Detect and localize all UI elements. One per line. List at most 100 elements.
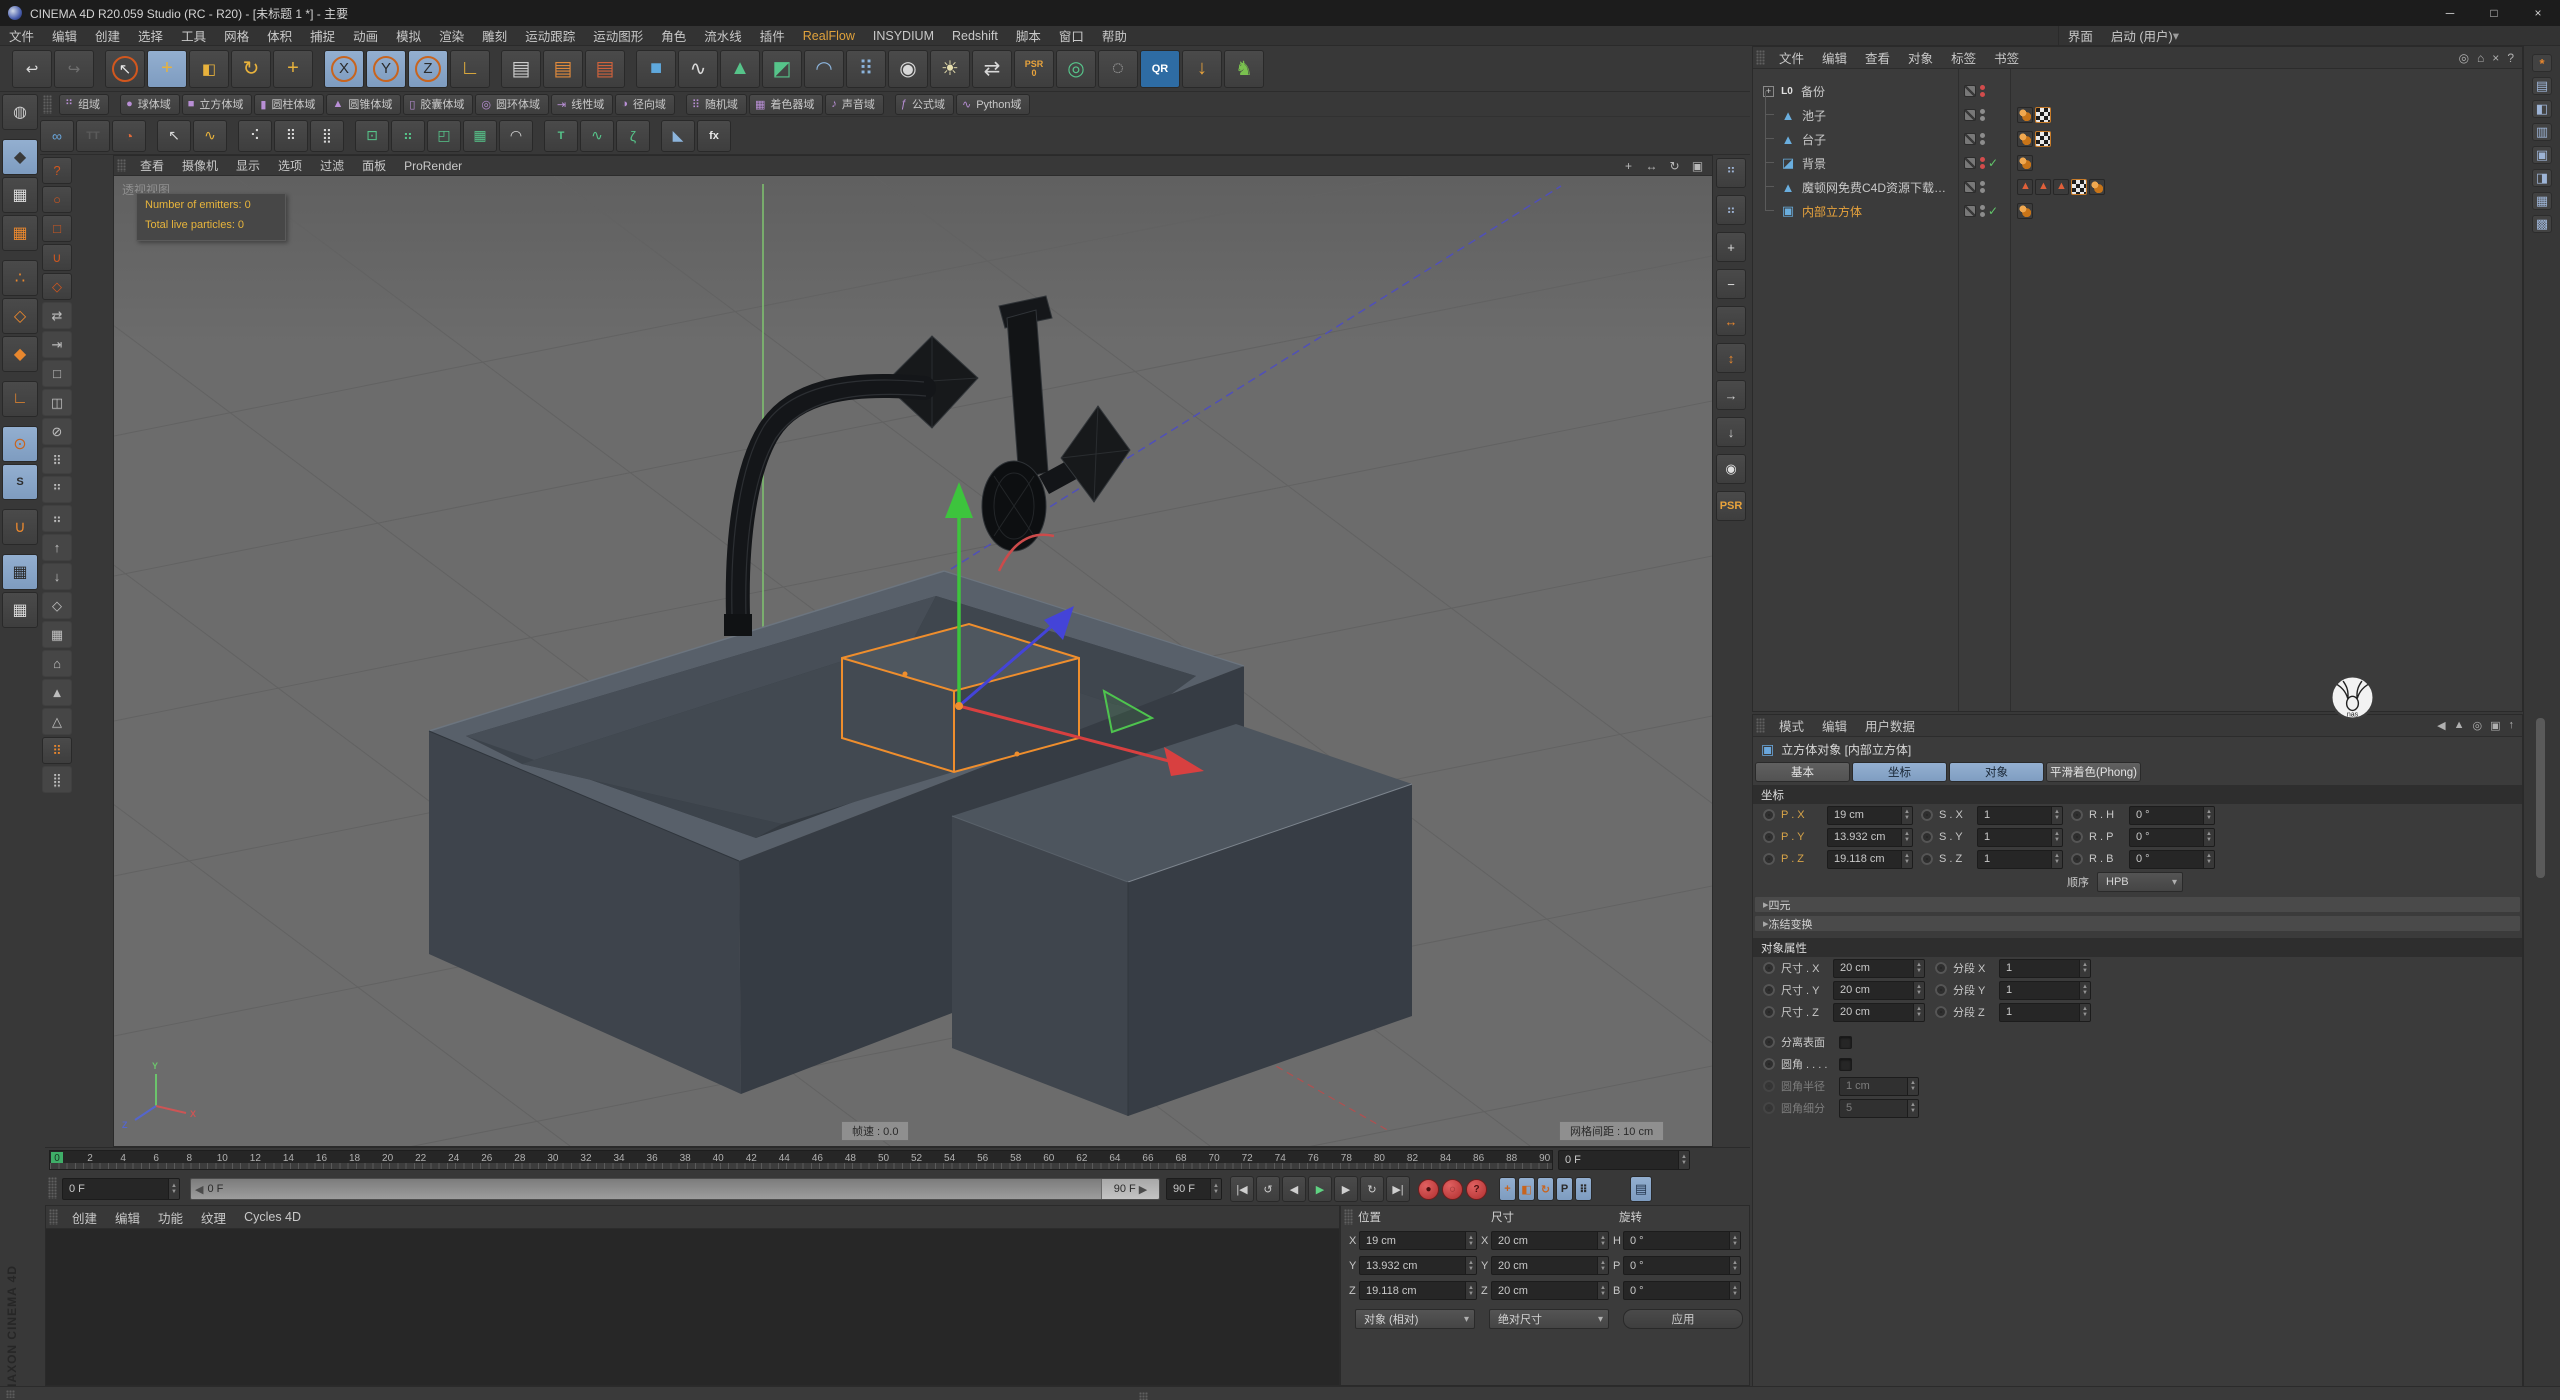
render-visibility-dot[interactable] — [1980, 164, 1985, 169]
matrix-dots-2-icon[interactable]: ⠛ — [42, 476, 72, 503]
render-settings-icon[interactable]: ▤ — [585, 50, 625, 88]
s-radio[interactable] — [1921, 831, 1933, 843]
attribute-scrollbar[interactable] — [2536, 718, 2545, 878]
extrude-cube-icon[interactable]: ◰ — [427, 120, 461, 152]
status-grip[interactable] — [1139, 1392, 1148, 1400]
menubar-right-0[interactable]: 界面 — [2059, 26, 2102, 45]
key-position-icon[interactable]: + — [1499, 1177, 1516, 1201]
viewport-rotate-view-icon[interactable]: ↻ — [1666, 157, 1683, 174]
material-manager-grip[interactable] — [49, 1209, 58, 1225]
matrix-down-icon[interactable]: ↓ — [42, 563, 72, 590]
viewport-canvas[interactable]: Y X Z 透视视图 Number of emitters: 0 Total l… — [114, 176, 1712, 1146]
selection-filter-icon[interactable]: ? — [42, 157, 72, 184]
am-menu-编辑[interactable]: 编辑 — [1813, 715, 1856, 736]
am-menu-用户数据[interactable]: 用户数据 — [1856, 715, 1924, 736]
menu-动画[interactable]: 动画 — [344, 26, 387, 45]
menu-RealFlow[interactable]: RealFlow — [794, 26, 864, 45]
material-tag[interactable] — [2089, 179, 2105, 195]
rotation-field[interactable]: 0 °▲▼ — [1623, 1281, 1741, 1300]
timeline-ruler[interactable]: 0246810121416182022242628303234363840424… — [49, 1150, 1553, 1170]
viewport-menu-ProRender[interactable]: ProRender — [395, 156, 471, 175]
editor-visibility-dot[interactable] — [1980, 85, 1985, 90]
lock-z-axis-icon[interactable]: Z — [408, 50, 448, 88]
mat-menu-功能[interactable]: 功能 — [149, 1206, 192, 1228]
field-Python域[interactable]: ∿Python域 — [956, 94, 1030, 115]
menu-脚本[interactable]: 脚本 — [1007, 26, 1050, 45]
mat-menu-创建[interactable]: 创建 — [63, 1206, 106, 1228]
seg-radio[interactable] — [1935, 962, 1947, 974]
deformer-icon[interactable]: ◩ — [762, 50, 802, 88]
points-sphere-icon[interactable]: ◔ — [112, 120, 146, 152]
s-value-field[interactable]: 1▲▼ — [1977, 850, 2063, 869]
object-row[interactable]: ▲池子 — [1753, 103, 2522, 127]
check-radio[interactable] — [1763, 1036, 1775, 1048]
editor-visibility-dot[interactable] — [1980, 109, 1985, 114]
menubar-right-1[interactable]: 启动 (用户) ▾ — [2102, 26, 2188, 45]
menu-创建[interactable]: 创建 — [86, 26, 129, 45]
mat-menu-Cycles 4D[interactable]: Cycles 4D — [235, 1206, 310, 1228]
menu-帮助[interactable]: 帮助 — [1093, 26, 1136, 45]
attribute-manager-grip[interactable] — [1756, 718, 1765, 733]
coordinates-grip[interactable] — [1344, 1209, 1353, 1225]
timeline-grip[interactable] — [48, 1177, 57, 1199]
goto-start-button[interactable]: |◀ — [1230, 1176, 1254, 1202]
object-manager-grip[interactable] — [1756, 50, 1765, 65]
size-field[interactable]: 20 cm▲▼ — [1491, 1231, 1609, 1250]
object-name[interactable]: 魔顿网免费C4D资源下载_240mm.1 — [1802, 179, 1952, 196]
r-radio[interactable] — [2071, 853, 2083, 865]
layer-toggle[interactable] — [1964, 181, 1976, 193]
om-menu-文件[interactable]: 文件 — [1770, 47, 1813, 68]
menu-网格[interactable]: 网格 — [215, 26, 258, 45]
menu-编辑[interactable]: 编辑 — [43, 26, 86, 45]
normal-tag[interactable]: ▲ — [2053, 179, 2069, 195]
environment-icon[interactable]: ◎ — [1056, 50, 1096, 88]
seg-radio[interactable] — [1935, 984, 1947, 996]
material-tag[interactable] — [2017, 155, 2033, 171]
s-radio[interactable] — [1921, 809, 1933, 821]
layer-toggle[interactable] — [1964, 205, 1976, 217]
coordinate-system-icon[interactable]: ∟ — [450, 50, 490, 88]
spline-icon[interactable]: ◠ — [804, 50, 844, 88]
menu-雕刻[interactable]: 雕刻 — [473, 26, 516, 45]
undo-icon[interactable]: ↩ — [12, 50, 52, 88]
palette-tab-5-icon[interactable]: ◨ — [2532, 169, 2552, 187]
object-name[interactable]: 背景 — [1802, 155, 1826, 172]
goto-end-button[interactable]: ▶| — [1386, 1176, 1410, 1202]
lasso-select-icon[interactable]: ∪ — [42, 244, 72, 271]
matrix-dots-3-icon[interactable]: ⠶ — [42, 505, 72, 532]
seg-radio[interactable] — [1935, 1006, 1947, 1018]
material-tag[interactable] — [2017, 203, 2033, 219]
range-end-handle[interactable]: 90 F▶ — [1101, 1179, 1159, 1199]
position-field[interactable]: 19.118 cm▲▼ — [1359, 1281, 1477, 1300]
am-menu-模式[interactable]: 模式 — [1770, 715, 1813, 736]
lock-y-axis-icon[interactable]: Y — [366, 50, 406, 88]
field-圆环体域[interactable]: ◎圆环体域 — [475, 94, 549, 115]
am-forward-icon[interactable]: ▲ — [2454, 719, 2465, 732]
redo-icon[interactable]: ↪ — [54, 50, 94, 88]
character-icon[interactable]: ♞ — [1224, 50, 1264, 88]
om-move-v-icon[interactable]: ↕ — [1716, 343, 1746, 373]
sweep-spline-icon[interactable]: ∿ — [580, 120, 614, 152]
optimize-icon[interactable]: ◇ — [42, 592, 72, 619]
hex-dots-icon[interactable]: ⣿ — [42, 766, 72, 793]
om-search-icon[interactable]: ◎ — [2459, 51, 2469, 65]
key-parameter-icon[interactable]: P — [1556, 1177, 1573, 1201]
om-help-icon[interactable]: ? — [2507, 51, 2514, 65]
apply-button[interactable]: 应用 — [1623, 1309, 1743, 1329]
om-add-child-icon[interactable]: + — [1716, 232, 1746, 262]
size-radio[interactable] — [1763, 1006, 1775, 1018]
ornament-spline-icon[interactable]: ζ — [616, 120, 650, 152]
texture-tag[interactable] — [2035, 131, 2051, 147]
object-row[interactable]: ▲魔顿网免费C4D资源下载_240mm.1▲▲▲ — [1753, 175, 2522, 199]
end-frame-field[interactable]: 90 F▲▼ — [1166, 1178, 1222, 1200]
rotate-tool-icon[interactable]: ↻ — [231, 50, 271, 88]
autokey-button[interactable]: ◌ — [1442, 1179, 1463, 1200]
palette-tab-3-icon[interactable]: ▥ — [2532, 123, 2552, 141]
fields-toolbar-grip[interactable] — [43, 95, 52, 114]
matrix-up-icon[interactable]: ↑ — [42, 534, 72, 561]
menu-插件[interactable]: 插件 — [751, 26, 794, 45]
section-四元[interactable]: ▸ 四元 — [1754, 896, 2521, 913]
rect-select-icon[interactable]: □ — [42, 215, 72, 242]
move-tool-icon[interactable]: + — [147, 50, 187, 88]
material-tag[interactable] — [2017, 131, 2033, 147]
